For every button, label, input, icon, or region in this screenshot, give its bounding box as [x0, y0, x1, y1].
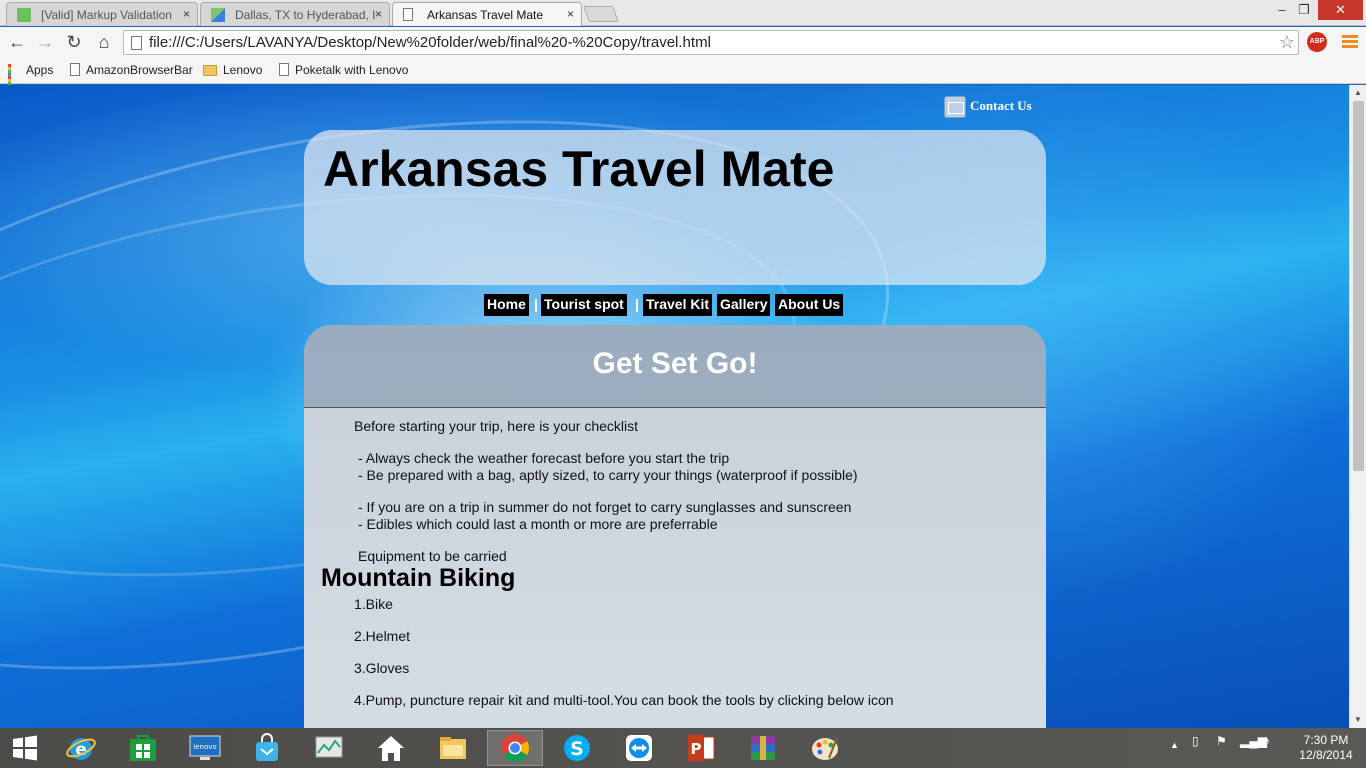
back-arrow-icon[interactable]: ←: [6, 31, 28, 53]
system-clock[interactable]: 7:30 PM 12/8/2014: [1296, 733, 1356, 763]
window-close-button[interactable]: ✕: [1318, 0, 1363, 20]
bookmarks-bar: Apps AmazonBrowserBar Lenovo Poketalk wi…: [0, 59, 1366, 91]
page-icon: [279, 63, 289, 76]
equipment-item: 3.Gloves: [354, 660, 410, 676]
bookmark-label: AmazonBrowserBar: [86, 63, 193, 77]
close-icon[interactable]: ×: [375, 7, 382, 21]
forward-arrow-icon[interactable]: →: [34, 31, 56, 53]
green-square-icon: [17, 8, 31, 22]
winrar-icon[interactable]: [735, 730, 791, 766]
svg-text:lenovo: lenovo: [193, 743, 216, 751]
shopping-bag-icon[interactable]: [239, 730, 295, 766]
bookmark-amazonbrowserbar[interactable]: AmazonBrowserBar: [70, 63, 193, 77]
contact-label: Contact Us: [970, 97, 1032, 113]
reload-icon[interactable]: ↻: [63, 31, 85, 53]
file-explorer-icon[interactable]: [425, 730, 481, 766]
action-center-flag-icon[interactable]: ⚑: [1216, 734, 1227, 748]
equipment-item: 1.Bike: [354, 596, 393, 612]
site-header: Arkansas Travel Mate: [304, 130, 1046, 285]
svg-text:P: P: [691, 740, 702, 758]
mail-icon: [944, 96, 966, 118]
equipment-item: 2.Helmet: [354, 628, 411, 644]
bookmark-lenovo[interactable]: Lenovo: [203, 63, 262, 77]
close-icon[interactable]: ×: [567, 7, 574, 21]
nav-separator: |: [534, 296, 538, 312]
network-device-icon[interactable]: ▯: [1192, 734, 1199, 748]
lenovo-icon[interactable]: lenovo: [177, 730, 233, 766]
tab-title: [Valid] Markup Validation: [41, 8, 172, 22]
start-icon[interactable]: [0, 730, 50, 766]
content-panel: Get Set Go! Before starting your trip, h…: [304, 325, 1046, 745]
show-hidden-icons-icon[interactable]: ▲: [1170, 740, 1179, 750]
signal-strength-icon[interactable]: ▂▄▆: [1240, 734, 1267, 748]
nav-travel-kit[interactable]: Travel Kit: [643, 294, 713, 316]
scroll-up-icon[interactable]: ▲: [1354, 88, 1362, 97]
bookmark-label: Lenovo: [223, 63, 263, 77]
bookmark-poketalk[interactable]: Poketalk with Lenovo: [279, 63, 408, 77]
bookmark-apps[interactable]: Apps: [8, 63, 54, 91]
internet-explorer-icon[interactable]: e: [53, 730, 109, 766]
paint-icon[interactable]: [797, 730, 853, 766]
chrome-menu-icon[interactable]: [1342, 35, 1358, 49]
home-icon[interactable]: ⌂: [93, 31, 115, 53]
page-icon: [403, 8, 413, 21]
bookmark-label: Poketalk with Lenovo: [295, 63, 409, 77]
apps-grid-icon: [8, 64, 20, 91]
checklist-intro: Before starting your trip, here is your …: [354, 418, 639, 434]
new-tab-button[interactable]: [583, 6, 619, 22]
checklist-item: - Be prepared with a bag, aptly sized, t…: [358, 467, 858, 483]
checklist-item: - If you are on a trip in summer do not …: [358, 499, 852, 515]
nav-about-us[interactable]: About Us: [775, 294, 844, 316]
svg-text:S: S: [570, 738, 584, 760]
store-icon[interactable]: [115, 730, 171, 766]
bookmark-label: Apps: [26, 63, 54, 77]
nav-gallery[interactable]: Gallery: [717, 294, 771, 316]
adblock-plus-icon[interactable]: ABP: [1307, 32, 1327, 52]
tab-strip: [Valid] Markup Validation × Dallas, TX t…: [0, 0, 1366, 26]
powerpoint-icon[interactable]: P: [673, 730, 729, 766]
map-icon: [211, 8, 225, 22]
tab-dallas-hyderabad[interactable]: Dallas, TX to Hyderabad, I ×: [200, 2, 390, 26]
content-header: Get Set Go!: [304, 325, 1046, 408]
clock-time: 7:30 PM: [1303, 733, 1349, 747]
chrome-icon[interactable]: [487, 730, 543, 766]
volume-icon[interactable]: ♪: [1264, 734, 1270, 748]
page-icon: [131, 36, 142, 50]
restore-button[interactable]: ❐: [1290, 0, 1318, 20]
nav-tourist-spot[interactable]: Tourist spot: [541, 294, 627, 316]
home-icon[interactable]: [363, 730, 419, 766]
page-scrollbar[interactable]: ▲ ▼: [1349, 85, 1366, 728]
address-bar[interactable]: file:///C:/Users/LAVANYA/Desktop/New%20f…: [123, 30, 1299, 55]
windows-taskbar: e lenovo S P ▲ ▯ ⚑ ▂▄▆ ♪ 7:30 PM 12/8/20…: [0, 728, 1366, 768]
close-icon[interactable]: ×: [183, 7, 190, 21]
url-text: file:///C:/Users/LAVANYA/Desktop/New%20f…: [149, 34, 711, 51]
performance-monitor-icon[interactable]: [301, 730, 357, 766]
skype-icon[interactable]: S: [549, 730, 605, 766]
tab-title: Dallas, TX to Hyderabad, I: [235, 8, 376, 22]
bookmark-star-icon[interactable]: ☆: [1279, 32, 1295, 53]
folder-icon: [203, 65, 217, 76]
tab-markup-validation[interactable]: [Valid] Markup Validation ×: [6, 2, 198, 26]
site-title: Arkansas Travel Mate: [323, 141, 835, 197]
equipment-item: 4.Pump, puncture repair kit and multi-to…: [354, 692, 894, 708]
checklist-item: - Always check the weather forecast befo…: [358, 450, 730, 466]
equipment-label: Equipment to be carried: [358, 548, 507, 564]
browser-toolbar: ← → ↻ ⌂ file:///C:/Users/LAVANYA/Desktop…: [0, 27, 1366, 59]
section-title: Get Set Go!: [592, 347, 758, 380]
activity-title: Mountain Biking: [321, 564, 516, 592]
nav-home[interactable]: Home: [484, 294, 529, 316]
clock-date: 12/8/2014: [1299, 748, 1353, 762]
teamviewer-icon[interactable]: [611, 730, 667, 766]
tab-title: Arkansas Travel Mate: [427, 8, 544, 22]
nav-separator: |: [635, 296, 639, 312]
scrollbar-thumb[interactable]: [1353, 101, 1364, 471]
checklist-item: - Edibles which could last a month or mo…: [358, 516, 718, 532]
scroll-down-icon[interactable]: ▼: [1354, 715, 1362, 724]
tab-arkansas-travel-mate[interactable]: Arkansas Travel Mate ×: [392, 2, 582, 26]
contact-us-link[interactable]: Contact Us: [944, 96, 1032, 118]
page-icon: [70, 63, 80, 76]
